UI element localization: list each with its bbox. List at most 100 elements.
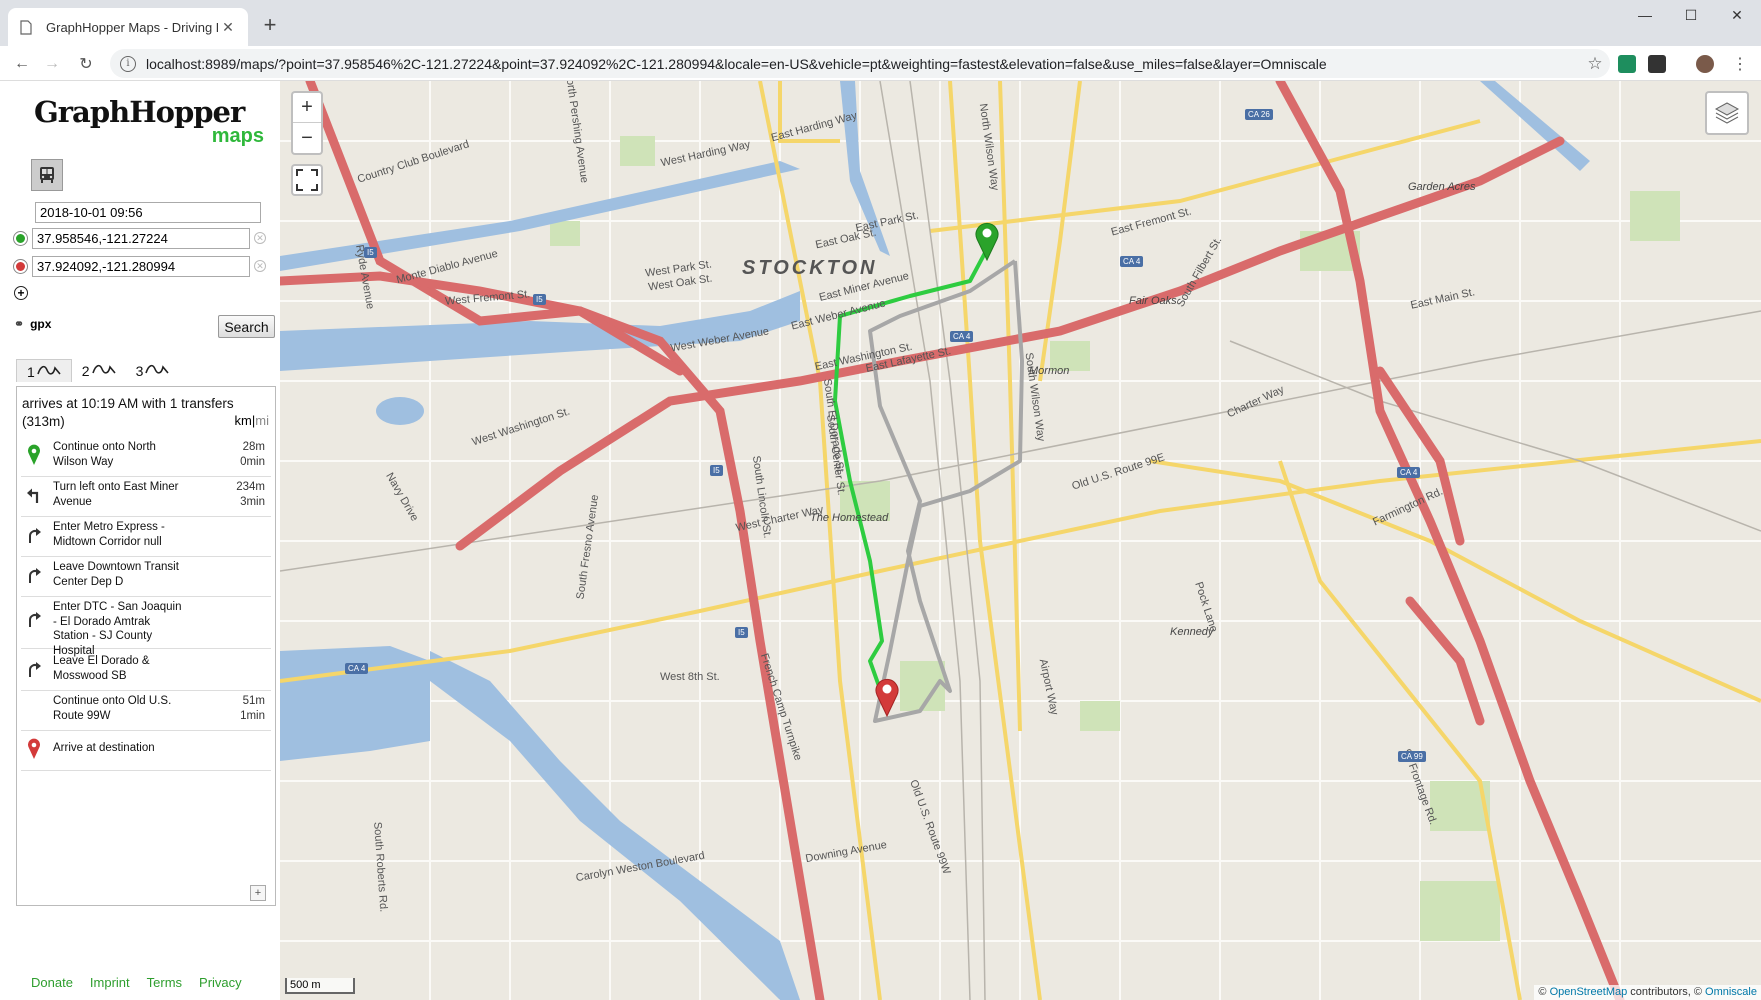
- instruction-item[interactable]: Enter Metro Express - Midtown Corridor n…: [21, 513, 271, 557]
- donate-link[interactable]: Donate: [31, 975, 73, 990]
- new-tab-icon[interactable]: +: [258, 12, 282, 37]
- scale-bar: 500 m: [285, 978, 355, 994]
- layers-icon: [1714, 102, 1740, 124]
- profile-avatar[interactable]: [1696, 55, 1714, 73]
- osm-link[interactable]: OpenStreetMap: [1550, 986, 1628, 998]
- highway-shield: CA 4: [950, 331, 974, 342]
- unit-toggle: km|mi: [235, 413, 269, 428]
- maximize-icon[interactable]: ☐: [1668, 0, 1714, 30]
- map-view[interactable]: STOCKTON Country Club Boulevard Monte Di…: [280, 81, 1761, 1000]
- clear-from-icon[interactable]: ✕: [254, 232, 266, 244]
- route-squiggle-icon: [91, 364, 116, 374]
- gpx-label: gpx: [30, 317, 52, 331]
- highway-shield: CA 4: [1120, 256, 1144, 267]
- minimize-icon[interactable]: —: [1622, 0, 1668, 30]
- browser-tab-bar: GraphHopper Maps - Driving Di ✕ + — ☐ ✕: [0, 0, 1761, 46]
- place-label: Mormon: [1029, 365, 1070, 377]
- gpx-export[interactable]: ⚭ gpx: [14, 317, 51, 331]
- window-close-icon[interactable]: ✕: [1714, 0, 1760, 30]
- highway-shield: I5: [735, 627, 748, 638]
- layers-button[interactable]: [1705, 91, 1749, 135]
- place-label: Fair Oaks: [1129, 295, 1177, 307]
- forward-icon[interactable]: →: [38, 50, 66, 78]
- instruction-distance: 51m 1min: [240, 695, 265, 722]
- start-marker-icon: [23, 443, 45, 467]
- city-label: STOCKTON: [742, 257, 878, 279]
- zoom-control: + −: [291, 91, 323, 155]
- turn-left-icon: [23, 483, 45, 507]
- imprint-link[interactable]: Imprint: [90, 975, 130, 990]
- instruction-text: Continue onto Old U.S. Route 99W: [53, 695, 172, 722]
- fullscreen-button[interactable]: [291, 164, 323, 196]
- site-info-icon[interactable]: i: [120, 55, 136, 72]
- highway-shield: I5: [533, 294, 546, 305]
- tab-route-2[interactable]: 2: [72, 359, 126, 382]
- instruction-item[interactable]: Arrive at destination: [21, 727, 271, 771]
- address-bar[interactable]: i localhost:8989/maps/?point=37.958546%2…: [110, 49, 1610, 78]
- enter-transit-icon: [23, 523, 45, 547]
- highway-shield: CA 99: [1398, 751, 1426, 762]
- vehicle-transit-button[interactable]: [31, 159, 63, 191]
- terms-link[interactable]: Terms: [147, 975, 182, 990]
- zoom-in-button[interactable]: +: [293, 93, 321, 123]
- from-point-row: ✕: [14, 227, 274, 249]
- instruction-item[interactable]: Continue onto North Wilson Way 28m 0min: [21, 433, 271, 477]
- unit-km[interactable]: km: [235, 413, 252, 428]
- extension-glasses-icon[interactable]: [1648, 55, 1666, 73]
- add-point-icon[interactable]: +: [14, 286, 28, 300]
- graphhopper-sidebar: GraphHopper maps ✕ ✕ + ⚭ gpx Search 1: [0, 81, 280, 1000]
- instruction-item[interactable]: Leave Downtown Transit Center Dep D: [21, 553, 271, 597]
- place-label: Garden Acres: [1408, 181, 1476, 193]
- from-point-input[interactable]: [32, 227, 250, 249]
- departure-time-input[interactable]: [35, 202, 261, 223]
- reload-icon[interactable]: ↻: [72, 50, 100, 78]
- instruction-item[interactable]: Continue onto Old U.S. Route 99W 51m 1min: [21, 687, 271, 731]
- transit-route: [868, 259, 1024, 723]
- search-button[interactable]: Search: [218, 315, 275, 338]
- expand-instructions-button[interactable]: +: [250, 885, 266, 901]
- leave-transit-icon: [23, 657, 45, 681]
- highway-shield: CA 4: [1397, 467, 1421, 478]
- end-marker-icon: [23, 737, 45, 761]
- fullscreen-icon: [296, 169, 318, 191]
- instruction-item[interactable]: Leave El Dorado & Mosswood SB: [21, 647, 271, 691]
- link-icon: ⚭: [14, 317, 25, 331]
- to-point-row: ✕: [14, 255, 274, 277]
- route-squiggle-icon: [145, 364, 170, 374]
- instruction-text: Arrive at destination: [53, 742, 155, 754]
- unit-mi[interactable]: mi: [255, 413, 269, 428]
- instruction-distance: 234m 3min: [236, 481, 265, 508]
- instruction-text: Leave Downtown Transit Center Dep D: [53, 561, 179, 588]
- browser-tab[interactable]: GraphHopper Maps - Driving Di ✕: [8, 8, 248, 46]
- clear-to-icon[interactable]: ✕: [254, 260, 266, 272]
- end-dot-icon: [14, 259, 27, 273]
- alt-tab-label: 2: [81, 363, 90, 379]
- instruction-item[interactable]: Turn left onto East Miner Avenue 234m 3mi…: [21, 473, 271, 517]
- tab-close-icon[interactable]: ✕: [218, 17, 238, 37]
- highway-shield: I5: [364, 247, 377, 258]
- menu-dots-icon[interactable]: ⋮: [1726, 50, 1754, 78]
- tab-route-3[interactable]: 3: [126, 359, 180, 382]
- end-marker-icon[interactable]: [874, 677, 900, 718]
- tab-route-1[interactable]: 1: [16, 359, 72, 382]
- graphhopper-logo: GraphHopper maps: [34, 95, 264, 151]
- start-dot-icon: [14, 231, 27, 245]
- road-label: West 8th St.: [660, 671, 720, 683]
- start-marker-icon[interactable]: [974, 221, 1000, 262]
- bookmark-star-icon[interactable]: ☆: [1580, 54, 1610, 74]
- zoom-out-button[interactable]: −: [293, 123, 321, 153]
- instruction-item[interactable]: Enter DTC - San Joaquin - El Dorado Amtr…: [21, 593, 271, 657]
- instructions-panel: arrives at 10:19 AM with 1 transfers (31…: [16, 386, 276, 906]
- privacy-link[interactable]: Privacy: [199, 975, 242, 990]
- place-label: The Homestead: [810, 512, 889, 524]
- instruction-text: Leave El Dorado & Mosswood SB: [53, 655, 150, 682]
- extension-s-icon[interactable]: [1618, 55, 1636, 73]
- highway-shield: CA 4: [345, 663, 369, 674]
- instruction-text: Turn left onto East Miner Avenue: [53, 481, 179, 508]
- footer-links: Donate Imprint Terms Privacy: [31, 975, 242, 990]
- bus-icon: [40, 167, 54, 183]
- back-icon[interactable]: ←: [8, 50, 36, 78]
- to-point-input[interactable]: [32, 255, 250, 277]
- instruction-text: Continue onto North Wilson Way: [53, 441, 156, 468]
- omniscale-link[interactable]: Omniscale: [1705, 986, 1757, 998]
